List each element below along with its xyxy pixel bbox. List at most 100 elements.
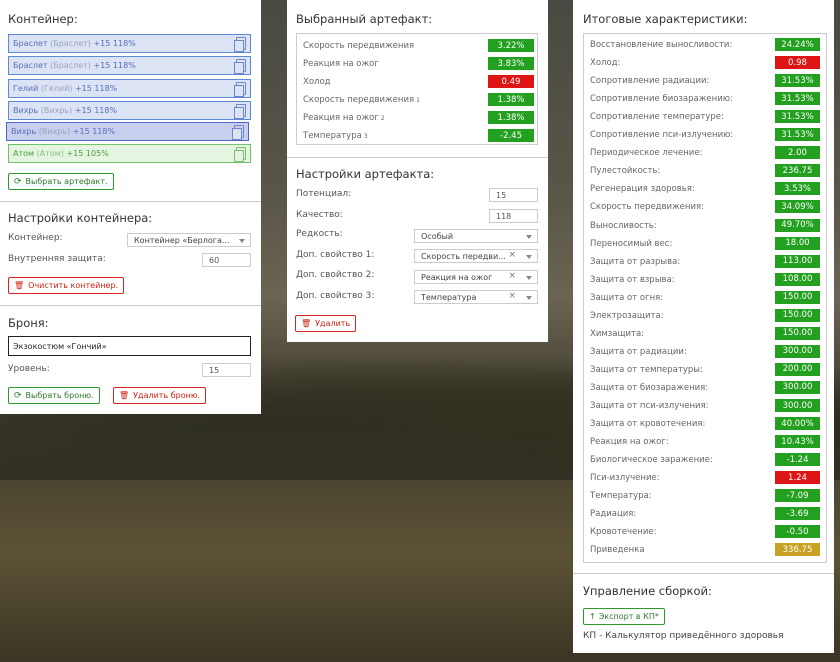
total-stat-row: Приведенка: [590, 541, 645, 559]
total-stat-row: Защита от разрыва:: [590, 253, 680, 271]
container-settings-title: Настройки контейнера:: [8, 211, 153, 225]
stat-label: Выносливость:: [590, 220, 657, 231]
stat-value: 0.49: [488, 75, 534, 88]
refresh-icon: ⟳: [14, 176, 22, 187]
stat-value: -1.24: [775, 453, 820, 467]
copy-icon[interactable]: [234, 37, 246, 52]
container-artifact-item[interactable]: Атом (Атом) +15 105%: [8, 144, 251, 163]
artifact-name: Браслет: [13, 39, 48, 48]
delete-armor-label: Удалить броню.: [133, 391, 201, 400]
chevron-down-icon: [526, 255, 532, 259]
stat-value: 31.53%: [775, 128, 820, 142]
clear-icon[interactable]: ×: [508, 291, 516, 301]
build-footnote: КП - Калькулятор приведённого здоровья: [583, 631, 784, 641]
total-stat-row: Регенерация здоровья:: [590, 180, 695, 198]
container-artifact-item[interactable]: Браслет (Браслет) +15 118%: [8, 56, 251, 75]
choose-armor-button[interactable]: ⟳ Выбрать броню.: [8, 387, 100, 404]
selected-stat-row: Реакция на ожог: [303, 55, 379, 73]
total-stat-row: Реакция на ожог:: [590, 433, 669, 451]
stat-label: Периодическое лечение:: [590, 148, 703, 159]
artifact-name: Браслет: [13, 61, 48, 70]
container-select[interactable]: Контейнер «Берлога...: [127, 233, 251, 247]
rarity-select-value: Особый: [421, 231, 454, 241]
protection-label: Внутренняя защита:: [8, 254, 106, 264]
stat-value: 3.83%: [488, 57, 534, 70]
stat-value: 31.53%: [775, 74, 820, 88]
armor-field[interactable]: Экзокостюм «Гончий»: [8, 336, 251, 356]
stat-value: -0.50: [775, 525, 820, 539]
total-stat-row: Сопротивление пси-излучению:: [590, 126, 733, 144]
potential-input[interactable]: 15: [489, 188, 538, 202]
container-select-value: Контейнер «Берлога...: [134, 235, 230, 245]
stat-label: Температура: [303, 131, 362, 141]
potential-label: Потенциал:: [296, 189, 352, 199]
copy-icon[interactable]: [232, 125, 244, 140]
selected-stat-row: Холод: [303, 73, 331, 91]
artifact-alias: (Гелий): [40, 84, 73, 93]
total-stat-row: Защита от биозаражения:: [590, 379, 708, 397]
clear-container-label: Очистить контейнер.: [28, 281, 119, 290]
delete-armor-button[interactable]: 🗑 Удалить броню.: [113, 387, 207, 404]
armor-level-label: Уровень:: [8, 364, 50, 374]
stat-value: 34.09%: [775, 200, 820, 214]
artifact-alias: (Браслет): [50, 39, 91, 48]
stat-label: Защита от температуры:: [590, 364, 703, 375]
stat-label: Защита от кровотечения:: [590, 419, 706, 430]
copy-icon[interactable]: [234, 104, 246, 119]
copy-icon[interactable]: [234, 147, 246, 162]
prop2-select[interactable]: Реакция на ожог ×: [414, 270, 538, 284]
choose-armor-label: Выбрать броню.: [25, 391, 94, 400]
stat-label: Сопротивление температуре:: [590, 112, 724, 123]
artifact-bonus: +15 118%: [74, 84, 118, 93]
stat-value: 24.24%: [775, 38, 820, 51]
choose-artifact-button[interactable]: ⟳ Выбрать артефакт.: [8, 173, 114, 190]
stat-value: 10.43%: [775, 435, 820, 449]
artifact-bonus: +15 118%: [72, 127, 116, 136]
right-panel: Итоговые характеристики: Восстановление …: [573, 0, 834, 653]
clear-container-button[interactable]: 🗑 Очистить контейнер.: [8, 277, 125, 294]
protection-input[interactable]: 60: [202, 253, 251, 267]
stat-label: Реакция на ожог: [303, 59, 379, 69]
artifact-bonus: +15 105%: [66, 149, 109, 158]
total-stat-row: Кровотечение:: [590, 523, 656, 541]
stat-label: Реакция на ожог:: [590, 437, 669, 448]
stat-value: 200.00: [775, 362, 820, 376]
stat-label: Переносимый вес:: [590, 238, 673, 249]
container-artifact-item[interactable]: Вихрь (Вихрь) +15 118%: [8, 101, 251, 120]
stat-footnote-marker: 2: [380, 114, 385, 122]
clear-icon[interactable]: ×: [508, 250, 516, 260]
stat-label: Защита от пси-излучения:: [590, 401, 709, 411]
container-artifact-item[interactable]: Браслет (Браслет) +15 118%: [8, 34, 251, 53]
selected-stats-box: Скорость передвижения 3.22% Реакция на ожо…: [296, 33, 538, 145]
middle-panel: Выбранный артефакт: Скорость передвижени…: [287, 0, 548, 342]
export-button[interactable]: ↑ Экспорт в КП*: [583, 608, 665, 625]
copy-icon[interactable]: [234, 59, 246, 74]
copy-icon[interactable]: [234, 82, 246, 97]
total-stat-row: Химзащита:: [590, 325, 644, 343]
stat-label: Скорость передвижения: [303, 95, 415, 105]
artifact-alias: (Атом): [36, 149, 64, 158]
totals-title: Итоговые характеристики:: [583, 12, 748, 26]
container-artifact-item[interactable]: Гелий (Гелий) +15 118%: [8, 79, 251, 98]
stat-value: 236.75: [775, 164, 820, 178]
armor-level-input[interactable]: 15: [202, 363, 251, 377]
stat-footnote-marker: 3: [363, 132, 368, 140]
container-artifact-item[interactable]: Вихрь (Вихрь) +15 118%: [6, 122, 249, 141]
stat-label: Защита от биозаражения:: [590, 382, 709, 393]
stat-label: Восстановление выносливости:: [590, 40, 733, 50]
prop3-select[interactable]: Температура ×: [414, 290, 538, 304]
stat-value: 113.00: [775, 254, 820, 268]
total-stat-row: Пси-излучение:: [590, 469, 660, 487]
stat-label: Пси-излучение:: [590, 473, 660, 484]
rarity-select[interactable]: Особый: [414, 229, 538, 243]
stat-value: 1.24: [775, 471, 820, 485]
quality-input[interactable]: 118: [489, 209, 538, 223]
delete-artifact-button[interactable]: 🗑 Удалить: [295, 315, 357, 332]
trash-icon: 🗑: [14, 281, 25, 290]
total-stat-row: Восстановление выносливости:: [590, 36, 732, 54]
clear-icon[interactable]: ×: [508, 271, 516, 281]
prop1-select[interactable]: Скорость передви... ×: [414, 249, 538, 263]
total-stat-row: Радиация:: [590, 505, 636, 523]
stat-value: -7.09: [775, 489, 820, 503]
stat-value: 300.00: [775, 380, 820, 394]
